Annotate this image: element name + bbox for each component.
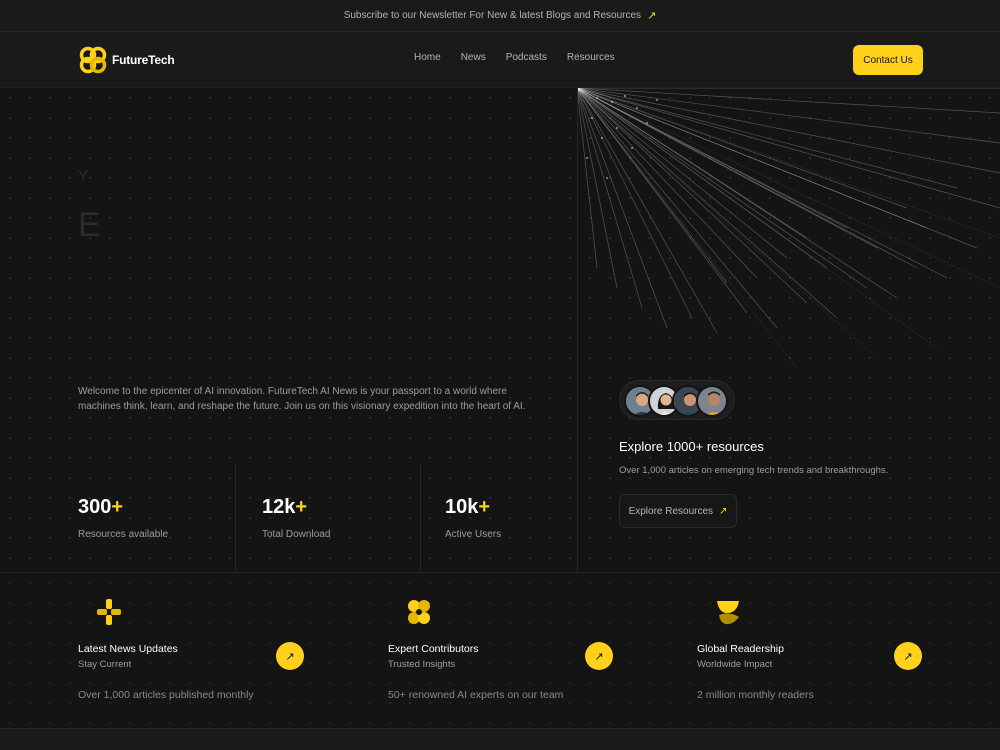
stat-label: Total Download (262, 529, 331, 540)
nav-menu: Home News Podcasts Resources (414, 52, 615, 63)
leaf-icon (717, 601, 739, 625)
stat-label: Active Users (445, 529, 502, 540)
newsletter-banner-text[interactable]: Subscribe to our Newsletter For New & la… (344, 10, 641, 21)
feature-description: 50+ renowned AI experts on our team (388, 689, 564, 701)
hero-section: Y E Welcome to the epicenter of AI innov… (0, 88, 1000, 572)
feature-arrow-button[interactable]: ↗ (585, 642, 613, 670)
avatar-group (619, 380, 735, 420)
nav-link-home[interactable]: Home (414, 52, 441, 63)
nav-link-podcasts[interactable]: Podcasts (506, 52, 547, 63)
stat-downloads: 12k+ Total Download (262, 496, 330, 540)
feature-description: 2 million monthly readers (697, 689, 814, 701)
stat-value: 300 (78, 496, 112, 518)
feature-card: Latest News Updates Stay Current Over 1,… (78, 573, 304, 729)
stat-label: Resources available (78, 529, 169, 540)
contact-us-button[interactable]: Contact Us (853, 45, 923, 75)
explore-resources-label: Explore Resources (628, 505, 714, 517)
clover-icon (408, 600, 430, 624)
arrow-up-right-icon: ↗ (647, 10, 657, 22)
feature-subtitle: Stay Current (78, 659, 132, 670)
arrow-up-right-icon: ↗ (719, 505, 728, 517)
faded-heading-letter: E (78, 206, 101, 244)
hero-divider (577, 88, 578, 572)
stat-value: 12k (262, 496, 296, 518)
feature-description: Over 1,000 articles published monthly (78, 689, 254, 701)
stat-value: 10k (445, 496, 479, 518)
logo-text: FutureTech (112, 53, 175, 67)
explore-resources-button[interactable]: Explore Resources ↗ (619, 494, 737, 528)
feature-title: Expert Contributors (388, 643, 479, 655)
stat-resources: 300+ Resources available (78, 496, 168, 540)
logo[interactable]: FutureTech (78, 45, 175, 75)
explore-subtitle: Over 1,000 articles on emerging tech tre… (619, 465, 889, 476)
nav-link-news[interactable]: News (461, 52, 486, 63)
feature-card: Global Readership Worldwide Impact 2 mil… (697, 573, 923, 729)
stats-divider (420, 464, 421, 572)
feature-arrow-button[interactable]: ↗ (894, 642, 922, 670)
explore-title: Explore 1000+ resources (619, 439, 764, 454)
nav-link-resources[interactable]: Resources (567, 52, 615, 63)
stat-plus: + (478, 496, 491, 518)
stat-plus: + (295, 496, 308, 518)
sparkle-icon (97, 599, 121, 625)
feature-title: Latest News Updates (78, 643, 178, 655)
futuretech-logo-icon (79, 46, 107, 74)
feature-subtitle: Worldwide Impact (697, 659, 773, 670)
newsletter-banner[interactable]: Subscribe to our Newsletter For New & la… (0, 0, 1000, 32)
feature-title: Global Readership (697, 643, 784, 655)
light-rays-graphic (577, 88, 1000, 369)
stat-plus: + (111, 496, 124, 518)
main-navbar: FutureTech Home News Podcasts Resources … (0, 32, 1000, 88)
avatar (696, 385, 728, 417)
feature-card: Expert Contributors Trusted Insights 50+… (388, 573, 614, 729)
faded-heading-letter: Y (78, 168, 89, 185)
hero-intro-text: Welcome to the epicenter of AI innovatio… (78, 386, 526, 412)
features-section: Latest News Updates Stay Current Over 1,… (0, 572, 1000, 728)
stat-users: 10k+ Active Users (445, 496, 501, 540)
next-section-edge (0, 728, 1000, 750)
feature-arrow-button[interactable]: ↗ (276, 642, 304, 670)
feature-subtitle: Trusted Insights (388, 659, 456, 670)
stats-divider (235, 464, 236, 572)
